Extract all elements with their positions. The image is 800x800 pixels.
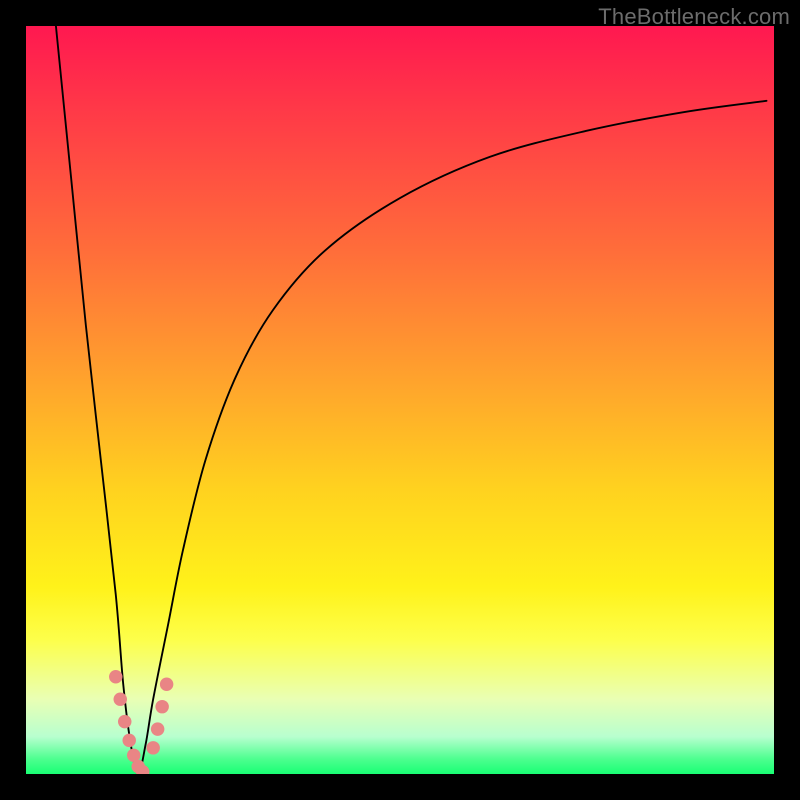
dip-marker xyxy=(160,678,173,691)
dip-marker xyxy=(118,715,131,728)
plot-area xyxy=(26,26,774,774)
dip-marker xyxy=(146,741,159,754)
dip-marker-group xyxy=(109,670,173,774)
dip-marker xyxy=(151,722,164,735)
dip-marker xyxy=(114,692,127,705)
chart-frame: TheBottleneck.com xyxy=(0,0,800,800)
watermark-text: TheBottleneck.com xyxy=(598,4,790,30)
dip-marker xyxy=(109,670,122,683)
dip-marker xyxy=(122,734,135,747)
bottleneck-curve-svg xyxy=(26,26,774,774)
bottleneck-curve xyxy=(56,26,767,774)
dip-marker xyxy=(155,700,168,713)
